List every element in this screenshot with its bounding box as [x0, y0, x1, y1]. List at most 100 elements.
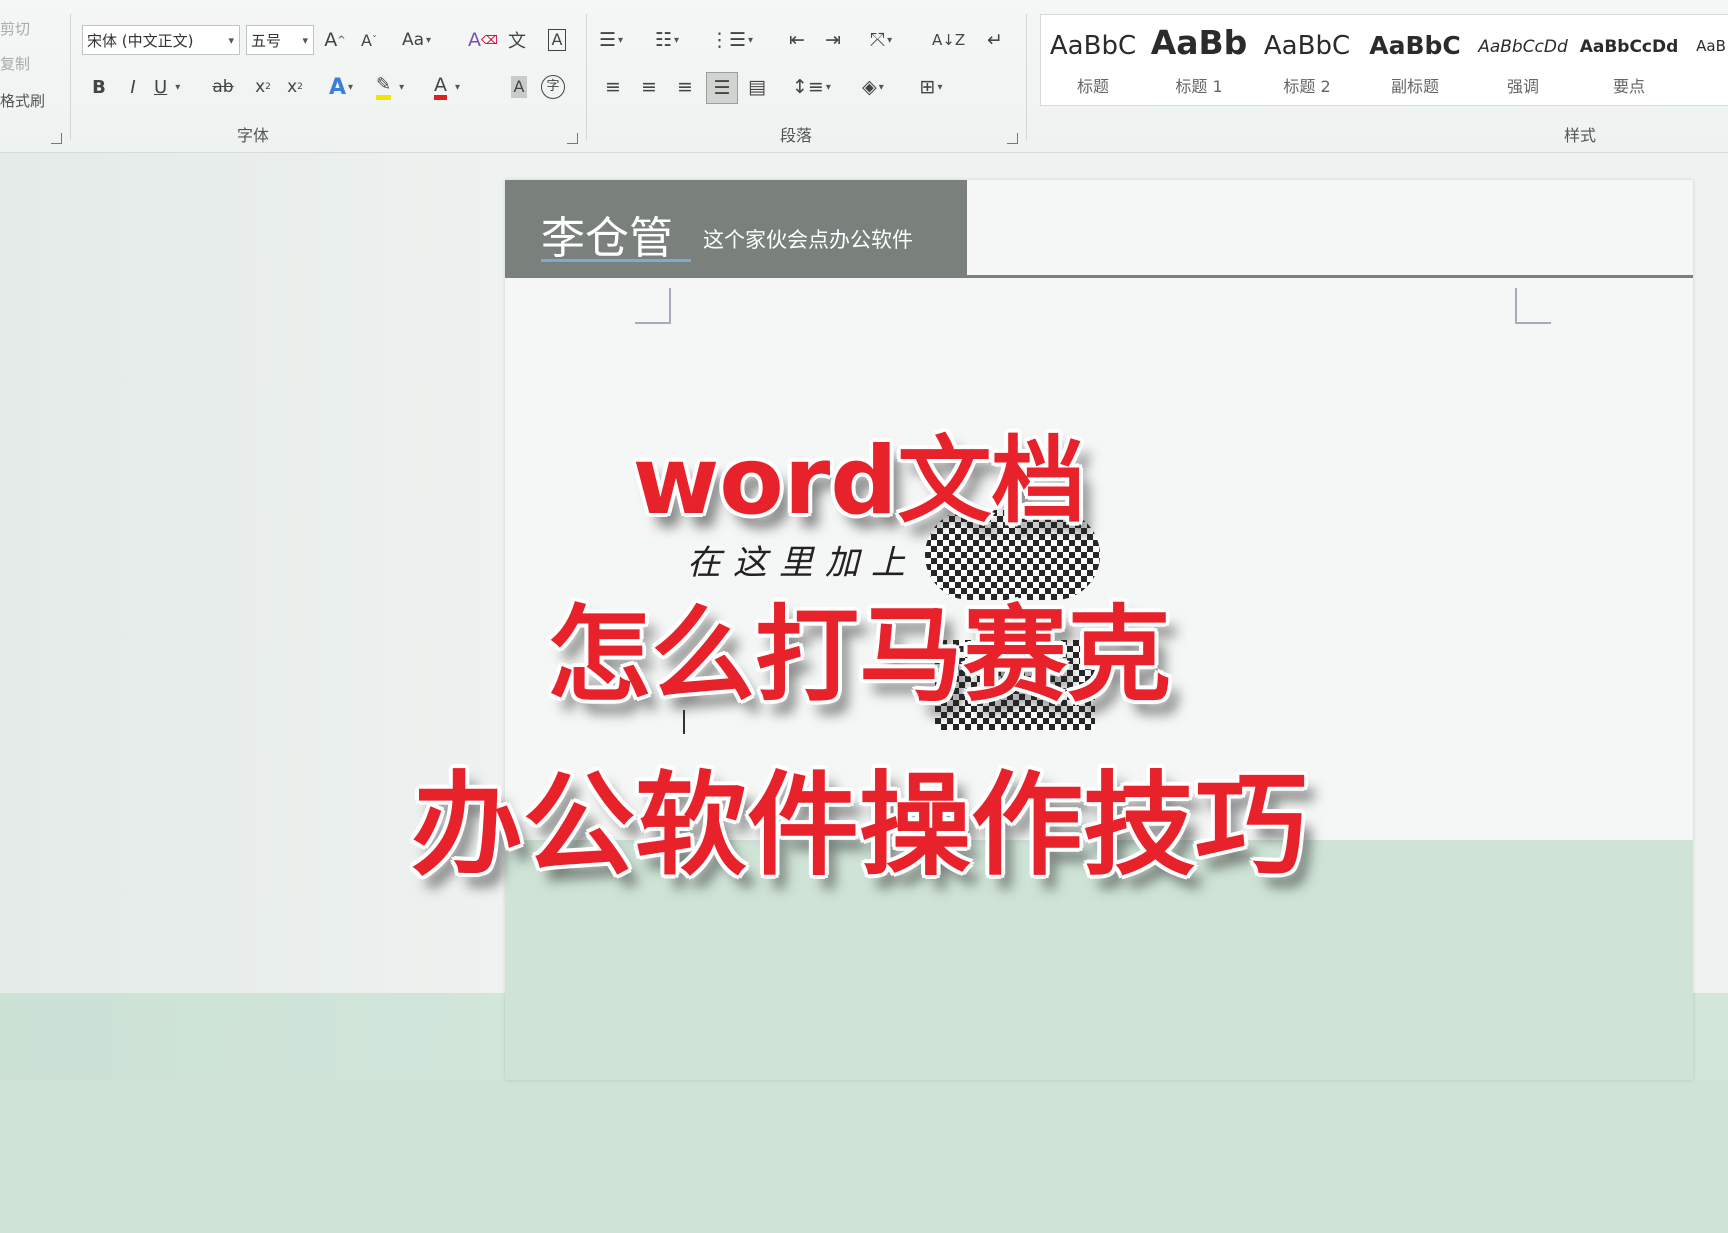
sort-button[interactable]: A↓Z: [932, 25, 965, 55]
style-name: 标题 1: [1175, 77, 1223, 96]
char-shading-icon: A: [510, 76, 528, 98]
font-group: 宋体 (中文正文) ▾ 五号 ▾ A^ Aˇ Aa▾ A⌫ 文 A B I: [72, 0, 584, 152]
justify-button[interactable]: ☰: [706, 72, 738, 104]
distributed-button[interactable]: ▤: [744, 72, 770, 102]
subscript-button[interactable]: x2: [250, 72, 276, 102]
style-preview: AaBbC: [1369, 31, 1461, 60]
decrease-indent-icon: ⇤: [789, 29, 805, 51]
chevron-down-icon: ▾: [674, 34, 680, 46]
clear-format-button[interactable]: A ⌫: [468, 25, 498, 55]
highlighter-icon: ✎: [376, 74, 392, 100]
underline-icon: U: [154, 76, 168, 98]
style-title[interactable]: AaBbC 标题: [1041, 15, 1145, 105]
cut-button[interactable]: 剪切: [0, 18, 30, 39]
grow-font-icon: A: [324, 29, 338, 51]
show-marks-button[interactable]: ↵: [982, 25, 1008, 55]
borders-icon: ⊞: [919, 76, 936, 98]
chevron-down-icon: ▾: [228, 34, 234, 47]
style-name: 副标题: [1390, 77, 1439, 96]
superscript-button[interactable]: x2: [282, 72, 308, 102]
styles-gallery: AaBbC 标题 AaBb 标题 1 AaBbC 标题 2 AaBbC 副标题 …: [1040, 14, 1728, 106]
chevron-down-icon: ▾: [748, 34, 754, 46]
line-spacing-icon: ↕≡: [792, 76, 824, 98]
change-case-icon: Aa: [402, 30, 425, 50]
decrease-indent-button[interactable]: ⇤: [784, 25, 810, 55]
ribbon: 剪切 复制 格式刷 宋体 (中文正文) ▾ 五号 ▾ A ^ Aˇ Aa ▾ A ⌫ …: [0, 0, 1728, 153]
style-more[interactable]: AaB: [1681, 15, 1728, 105]
text-effect-button[interactable]: A ▾: [328, 72, 354, 102]
chevron-down-icon: ▾: [825, 81, 831, 93]
phonetic-guide-button[interactable]: 文: [504, 25, 530, 55]
char-shading-button[interactable]: A: [506, 72, 532, 102]
line-spacing-button[interactable]: ↕≡ ▾: [792, 72, 831, 102]
strikethrough-button[interactable]: ab: [210, 72, 236, 102]
header-rule: [967, 275, 1693, 278]
shrink-font-icon: A: [361, 30, 372, 50]
style-subtitle[interactable]: AaBbC 副标题: [1363, 15, 1467, 105]
style-preview: AaB: [1696, 37, 1726, 55]
margin-marker-left: [635, 288, 671, 324]
style-emphasis[interactable]: AaBbCcDd 强调: [1471, 15, 1575, 105]
shading-button[interactable]: ◈ ▾: [860, 72, 886, 102]
format-painter-button[interactable]: 格式刷: [0, 90, 45, 111]
chevron-down-icon: ▾: [618, 34, 624, 46]
copy-button[interactable]: 复制: [0, 53, 30, 74]
overlay-title-line-2: 怎么打马赛克: [546, 594, 1171, 716]
justify-icon: ☰: [713, 77, 731, 99]
increase-indent-icon: ⇥: [825, 29, 841, 51]
char-border-button[interactable]: A: [544, 25, 570, 55]
chinese-layout-button[interactable]: ⤧ ▾: [868, 25, 894, 55]
multilevel-list-button[interactable]: ⋮☰ ▾: [710, 25, 753, 55]
style-heading-1[interactable]: AaBb 标题 1: [1147, 15, 1251, 105]
paint-bucket-icon: ◈: [862, 76, 877, 98]
multilevel-list-icon: ⋮☰: [710, 29, 747, 51]
align-center-button[interactable]: ≡: [636, 72, 662, 102]
style-name: 标题 2: [1283, 77, 1331, 96]
font-size-select[interactable]: 五号 ▾: [246, 25, 314, 55]
phonetic-guide-icon: 文: [508, 31, 526, 52]
italic-icon: I: [130, 76, 136, 98]
subscript-icon: x: [255, 77, 266, 97]
paragraph-mark-icon: ↵: [987, 29, 1003, 51]
borders-button[interactable]: ⊞ ▾: [918, 72, 944, 102]
distributed-icon: ▤: [748, 76, 766, 98]
style-heading-2[interactable]: AaBbC 标题 2: [1255, 15, 1359, 105]
align-left-button[interactable]: ≡: [600, 72, 626, 102]
bullets-button[interactable]: ☰ ▾: [598, 25, 624, 55]
enclose-char-icon: 字: [541, 75, 565, 99]
change-case-button[interactable]: Aa ▾: [402, 25, 431, 55]
group-divider: [70, 14, 71, 140]
group-divider: [1026, 14, 1027, 140]
header-name: 李仓管: [541, 213, 673, 264]
font-name-select[interactable]: 宋体 (中文正文) ▾: [82, 25, 240, 55]
chevron-down-icon: ▾: [302, 34, 308, 47]
style-preview: AaBbC: [1049, 31, 1137, 61]
italic-button[interactable]: I: [120, 72, 146, 102]
chevron-down-icon: ▾: [937, 81, 943, 93]
style-strong[interactable]: AaBbCcDd 要点: [1577, 15, 1681, 105]
chevron-down-icon: ▾: [426, 34, 432, 46]
underline-button[interactable]: U ▾: [154, 72, 180, 102]
chevron-down-icon: ▾: [348, 81, 354, 93]
header-subtitle: 这个家伙会点办公软件: [703, 228, 913, 252]
font-dialog-launcher[interactable]: [567, 133, 578, 144]
increase-indent-button[interactable]: ⇥: [820, 25, 846, 55]
align-right-button[interactable]: ≡: [672, 72, 698, 102]
bullet-list-icon: ☰: [598, 29, 616, 51]
chevron-down-icon: ▾: [887, 34, 893, 46]
enclose-char-button[interactable]: 字: [540, 72, 566, 102]
numbered-list-icon: ☷: [654, 29, 672, 51]
font-color-button[interactable]: A ▾: [434, 72, 460, 102]
shrink-font-button[interactable]: Aˇ: [356, 25, 382, 55]
bold-button[interactable]: B: [86, 72, 112, 102]
overlay-title-line-1: word文档: [632, 427, 1086, 536]
style-preview: AaBbCcDd: [1478, 37, 1568, 57]
chevron-down-icon: ▾: [399, 81, 405, 93]
clipboard-dialog-launcher[interactable]: [51, 133, 62, 144]
clear-format-icon: A: [468, 29, 481, 51]
highlight-button[interactable]: ✎ ▾: [376, 72, 404, 102]
paragraph-group: ☰ ▾ ☷ ▾ ⋮☰ ▾ ⇤ ⇥ ⤧ ▾ A↓Z ↵ ≡ ≡ ≡ ☰ ▤ ↕≡ ▾ ◈ ▾ …: [588, 0, 1024, 152]
grow-font-button[interactable]: A ^: [322, 25, 348, 55]
paragraph-dialog-launcher[interactable]: [1007, 133, 1018, 144]
numbering-button[interactable]: ☷ ▾: [654, 25, 680, 55]
